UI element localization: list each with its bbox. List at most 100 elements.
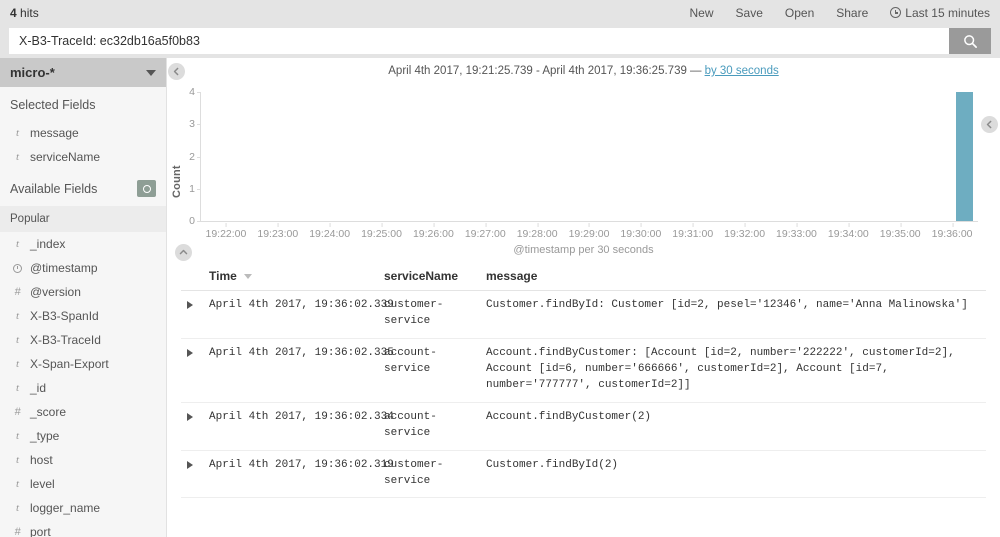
- y-tick-label: 2: [189, 151, 201, 163]
- cell-time: April 4th 2017, 19:36:02.334: [203, 402, 394, 451]
- table-row[interactable]: April 4th 2017, 19:36:02.339 customer-ser…: [181, 290, 986, 339]
- row-expand-cell[interactable]: [181, 338, 203, 403]
- number-field-icon: #: [14, 286, 21, 298]
- available-field-x-b3-traceid[interactable]: t X-B3-TraceId: [0, 328, 166, 352]
- expand-row-icon[interactable]: [187, 301, 193, 309]
- chart-interval-link[interactable]: by 30 seconds: [705, 65, 779, 77]
- number-field-icon: #: [14, 526, 21, 537]
- field-label: _score: [30, 405, 67, 419]
- available-field-x-b3-spanid[interactable]: t X-B3-SpanId: [0, 304, 166, 328]
- chart-time-range: April 4th 2017, 19:21:25.739 - April 4th…: [388, 65, 702, 77]
- available-field-port[interactable]: # port: [0, 520, 166, 537]
- selected-field-message[interactable]: t message: [0, 121, 166, 145]
- x-tick-label: 19:25:00: [361, 223, 402, 240]
- save-button[interactable]: Save: [736, 6, 763, 20]
- string-field-icon: t: [15, 238, 20, 250]
- table-row[interactable]: April 4th 2017, 19:36:02.319 customer-ser…: [181, 450, 986, 499]
- field-label: message: [30, 126, 79, 140]
- new-button[interactable]: New: [690, 6, 714, 20]
- field-label: _index: [30, 237, 66, 251]
- field-label: X-B3-SpanId: [30, 309, 99, 323]
- x-tick-label: 19:29:00: [568, 223, 610, 240]
- collapse-right-button[interactable]: [981, 116, 998, 133]
- available-field-x-span-export[interactable]: t X-Span-Export: [0, 352, 166, 376]
- expand-row-icon[interactable]: [187, 460, 193, 469]
- row-expand-cell[interactable]: [181, 450, 203, 499]
- x-tick-label: 19:33:00: [776, 223, 817, 240]
- table-row[interactable]: April 4th 2017, 19:36:02.335 account-serv…: [181, 338, 986, 403]
- hits-number: 4: [10, 5, 17, 20]
- string-field-icon: t: [15, 454, 20, 466]
- string-field-icon: t: [15, 127, 20, 139]
- query-bar: [0, 25, 1000, 58]
- x-tick-label: 19:27:00: [464, 223, 506, 240]
- selected-field-servicename[interactable]: t serviceName: [0, 145, 166, 169]
- gear-icon[interactable]: [137, 180, 156, 197]
- cell-time: April 4th 2017, 19:36:02.339: [203, 290, 394, 339]
- available-field--id[interactable]: t _id: [0, 376, 166, 400]
- column-header-time-label: Time: [209, 269, 237, 283]
- expand-column-header: [181, 266, 203, 291]
- cell-message: Customer.findById: Customer [id=2, pesel…: [480, 290, 986, 339]
- available-fields-list: t _index @timestamp # @version t X-B3-SpanId t X…: [0, 232, 166, 537]
- available-field-level[interactable]: t level: [0, 472, 166, 496]
- available-fields-label: Available Fields: [10, 181, 98, 196]
- row-expand-cell[interactable]: [181, 402, 203, 451]
- field-label: level: [30, 477, 55, 491]
- cell-message: Customer.findById(2): [480, 450, 986, 499]
- chart-bars: [201, 92, 978, 221]
- documents-table-body: April 4th 2017, 19:36:02.339 customer-ser…: [181, 290, 986, 499]
- column-header-message[interactable]: message: [480, 266, 986, 291]
- x-tick-label: 19:35:00: [879, 223, 921, 240]
- column-header-servicename[interactable]: serviceName: [378, 266, 480, 291]
- cell-message: Account.findByCustomer: [Account [id=2, …: [480, 338, 986, 403]
- field-label: X-B3-TraceId: [30, 333, 101, 347]
- y-tick-label: 1: [189, 183, 201, 195]
- search-input[interactable]: [9, 28, 949, 54]
- index-pattern-label: micro-*: [10, 65, 55, 80]
- available-field--score[interactable]: # _score: [0, 400, 166, 424]
- expand-row-icon[interactable]: [187, 412, 193, 421]
- available-field--version[interactable]: # @version: [0, 280, 166, 304]
- chart-y-axis-label: Count: [171, 165, 183, 198]
- available-field--type[interactable]: t _type: [0, 424, 166, 448]
- string-field-icon: t: [15, 430, 20, 442]
- available-field--index[interactable]: t _index: [0, 232, 166, 256]
- available-field-host[interactable]: t host: [0, 448, 166, 472]
- string-field-icon: t: [15, 310, 20, 322]
- x-tick-label: 19:24:00: [309, 223, 351, 240]
- chart-plot-area[interactable]: 01234: [189, 86, 978, 227]
- histogram-bar[interactable]: [956, 92, 974, 221]
- x-tick-label: 19:26:00: [412, 223, 454, 240]
- x-tick-label: 19:34:00: [827, 223, 869, 240]
- time-picker-button[interactable]: Last 15 minutes: [890, 6, 990, 20]
- cell-servicename: customer-service: [378, 290, 480, 339]
- field-label: port: [30, 525, 51, 537]
- expand-row-icon[interactable]: [187, 348, 193, 357]
- index-pattern-selector[interactable]: micro-*: [0, 58, 166, 87]
- search-button[interactable]: [949, 28, 991, 54]
- share-button[interactable]: Share: [836, 6, 868, 20]
- available-field-logger-name[interactable]: t logger_name: [0, 496, 166, 520]
- table-row[interactable]: April 4th 2017, 19:36:02.334 account-serv…: [181, 402, 986, 451]
- sort-descending-icon: [244, 274, 253, 280]
- cell-time: April 4th 2017, 19:36:02.335: [203, 338, 394, 403]
- selected-fields-label: Selected Fields: [10, 98, 96, 112]
- collapse-chart-button[interactable]: [175, 244, 192, 261]
- sidebar: micro-* Selected Fields t message t service…: [0, 58, 167, 537]
- string-field-icon: t: [15, 502, 20, 514]
- collapse-sidebar-button[interactable]: [168, 63, 185, 80]
- string-field-icon: t: [15, 334, 20, 346]
- field-label: @timestamp: [30, 261, 98, 275]
- cell-servicename: account-service: [378, 338, 480, 403]
- selected-fields-list: t message t serviceName: [0, 121, 166, 169]
- x-tick-label: 19:28:00: [516, 223, 558, 240]
- row-expand-cell[interactable]: [181, 290, 203, 339]
- column-header-time[interactable]: Time: [203, 266, 378, 291]
- chart-header: April 4th 2017, 19:21:25.739 - April 4th…: [167, 58, 1000, 80]
- available-field--timestamp[interactable]: @timestamp: [0, 256, 166, 280]
- available-fields-title: Available Fields: [0, 169, 166, 206]
- cell-time: April 4th 2017, 19:36:02.319: [203, 450, 394, 499]
- open-button[interactable]: Open: [785, 6, 814, 20]
- time-picker-label: Last 15 minutes: [905, 5, 990, 20]
